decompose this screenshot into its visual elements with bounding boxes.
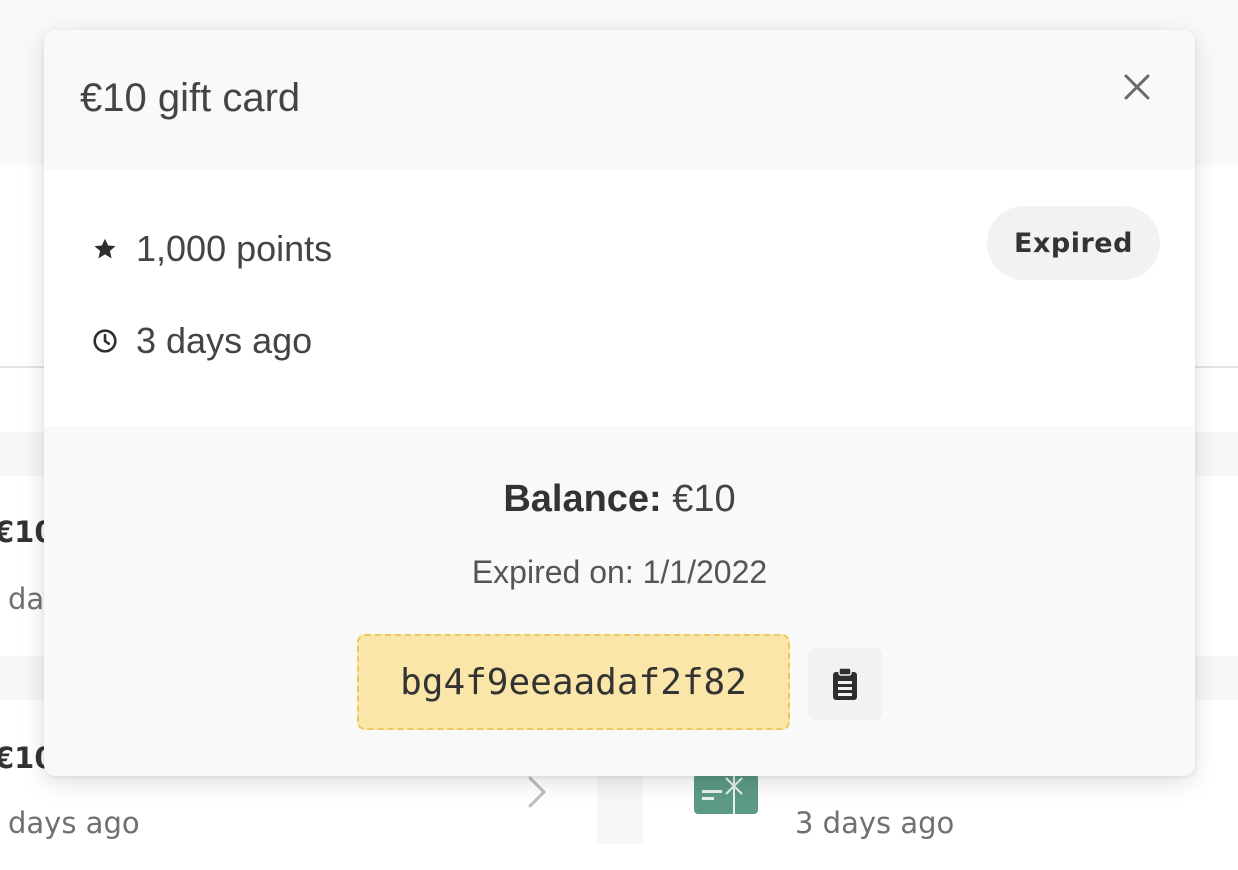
balance-value: €10 bbox=[672, 478, 736, 520]
popover-footer: Balance: €10 Expired on: 1/1/2022 bg4f9e… bbox=[44, 426, 1195, 776]
balance-line: Balance: €10 bbox=[44, 478, 1195, 521]
copy-code-button[interactable] bbox=[808, 648, 882, 720]
gift-card-code[interactable]: bg4f9eeaadaf2f82 bbox=[357, 634, 790, 730]
expiry-date: Expired on: 1/1/2022 bbox=[471, 554, 768, 590]
popover-header: €10 gift card bbox=[44, 30, 1195, 170]
background-card-subtitle: da bbox=[8, 582, 45, 616]
popover-title: €10 gift card bbox=[80, 76, 301, 120]
points-value: 1,000 points bbox=[136, 228, 333, 269]
balance-label: Balance: bbox=[503, 478, 662, 520]
status-badge: Expired bbox=[987, 206, 1160, 280]
stage: €10 da €10 days ago 3 days ago €10 gift … bbox=[0, 0, 1238, 870]
star-icon bbox=[90, 234, 120, 264]
clipboard-icon bbox=[833, 667, 857, 700]
time-value: 3 days ago bbox=[136, 320, 313, 361]
close-icon bbox=[1124, 74, 1150, 100]
clock-icon bbox=[90, 326, 120, 356]
close-button[interactable] bbox=[1118, 68, 1156, 106]
background-card-subtitle: 3 days ago bbox=[795, 806, 955, 840]
time-row: 3 days ago bbox=[90, 320, 312, 362]
points-row: 1,000 points bbox=[90, 228, 332, 270]
gift-card-popover: €10 gift card 1,000 points 3 days ago Ex… bbox=[44, 30, 1195, 776]
background-card-subtitle: days ago bbox=[8, 806, 140, 840]
chevron-right-icon[interactable] bbox=[522, 772, 552, 812]
